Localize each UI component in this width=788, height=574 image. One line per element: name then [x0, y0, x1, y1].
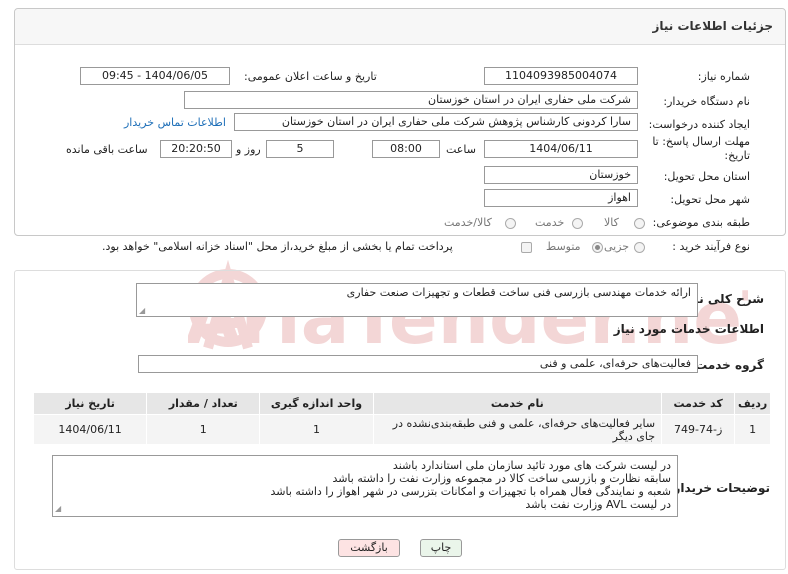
col-qty-header: تعداد / مقدار — [146, 392, 261, 415]
process-label: نوع فرآیند خرید : — [672, 240, 750, 253]
panel-header: جزئیات اطلاعات نیاز — [15, 9, 785, 45]
service-group-field[interactable]: فعالیت‌های حرفه‌ای، علمی و فنی — [138, 355, 698, 373]
category-label: طبقه بندی موضوعی: — [652, 216, 750, 229]
table-row: 1 ز-74-749 سایر فعالیت‌های حرفه‌ای، علمی… — [32, 414, 771, 445]
summary-textarea[interactable]: ارائه خدمات مهندسی بازرسی فنی ساخت قطعات… — [136, 283, 698, 317]
page-title: جزئیات اطلاعات نیاز — [652, 19, 773, 33]
category-service-label: خدمت — [535, 216, 565, 229]
services-section-title: اطلاعات خدمات مورد نیاز — [613, 322, 764, 336]
deadline-label: مهلت ارسال پاسخ: تا تاریخ: — [652, 135, 750, 162]
treasury-payment-note: پرداخت تمام یا بخشی از مبلغ خرید،از محل … — [102, 240, 453, 253]
buyer-note-line: در لیست AVL وزارت نفت باشد — [525, 498, 671, 511]
city-field[interactable]: اهواز — [484, 189, 638, 207]
col-code-header: کد خدمت — [661, 392, 736, 415]
days-field[interactable]: 5 — [266, 140, 334, 158]
resize-handle-icon[interactable]: ◢ — [55, 502, 61, 515]
buyer-notes-textarea[interactable]: در لیست شرکت های مورد تائید سازمان ملی ا… — [52, 455, 678, 517]
deadline-time-field[interactable]: 08:00 — [372, 140, 440, 158]
process-minor-radio[interactable] — [634, 242, 645, 253]
deadline-time-label: ساعت — [446, 143, 476, 156]
process-medium-radio[interactable] — [592, 242, 603, 253]
col-unit-header: واحد اندازه گیری — [259, 392, 374, 415]
col-index-header: ردیف — [734, 392, 771, 415]
buyer-contact-link[interactable]: اطلاعات تماس خریدار — [124, 116, 226, 129]
buyer-org-field[interactable]: شرکت ملی حفاری ایران در استان خوزستان — [184, 91, 638, 109]
need-number-label: شماره نیاز: — [697, 70, 750, 83]
category-goods-service-radio[interactable] — [505, 218, 516, 229]
back-button[interactable]: بازگشت — [338, 539, 400, 557]
requester-label: ایجاد کننده درخواست: — [648, 118, 750, 131]
remaining-label: ساعت باقی مانده — [66, 143, 148, 156]
service-group-label: گروه خدمت: — [690, 358, 764, 372]
row-qty: 1 — [146, 414, 261, 445]
buyer-notes-label: توضیحات خریدار: — [668, 481, 770, 495]
buyer-note-line: سابقه نظارت و بازرسی ساخت کالا در مجموعه… — [332, 472, 671, 485]
requester-field[interactable]: سارا کردونی کارشناس پژوهش شرکت ملی حفاری… — [234, 113, 638, 131]
category-service-radio[interactable] — [572, 218, 583, 229]
row-code: ز-74-749 — [661, 414, 736, 445]
category-goods-radio[interactable] — [634, 218, 645, 229]
province-label: استان محل تحویل: — [663, 170, 750, 183]
city-label: شهر محل تحویل: — [670, 193, 750, 206]
remaining-time-field[interactable]: 20:20:50 — [160, 140, 232, 158]
province-field[interactable]: خوزستان — [484, 166, 638, 184]
need-number-field[interactable]: 1104093985004074 — [484, 67, 638, 85]
services-table: ردیف کد خدمت نام خدمت واحد اندازه گیری ت… — [32, 392, 771, 445]
process-minor-label: جزیی — [604, 240, 630, 253]
buyer-note-line: در لیست شرکت های مورد تائید سازمان ملی ا… — [392, 459, 671, 472]
row-index: 1 — [734, 414, 771, 445]
col-name-header: نام خدمت — [372, 392, 663, 415]
row-date: 1404/06/11 — [32, 414, 148, 445]
buyer-note-line: شعبه و نمایندگی فعال همراه با تجهیزات و … — [270, 485, 671, 498]
category-goods-label: کالا — [604, 216, 619, 229]
resize-handle-icon[interactable]: ◢ — [139, 306, 145, 315]
table-header-row: ردیف کد خدمت نام خدمت واحد اندازه گیری ت… — [32, 392, 771, 415]
row-service-name: سایر فعالیت‌های حرفه‌ای، علمی و فنی طبقه… — [372, 414, 663, 445]
treasury-payment-checkbox[interactable] — [521, 242, 532, 253]
col-date-header: تاریخ نیاز — [32, 392, 148, 415]
announce-datetime-field[interactable]: 1404/06/05 - 09:45 — [80, 67, 230, 85]
print-button[interactable]: چاپ — [420, 539, 462, 557]
days-label: روز و — [236, 143, 261, 156]
process-medium-label: متوسط — [546, 240, 581, 253]
announce-label: تاریخ و ساعت اعلان عمومی: — [244, 70, 377, 83]
deadline-date-field[interactable]: 1404/06/11 — [484, 140, 638, 158]
category-goods-service-label: کالا/خدمت — [444, 216, 492, 229]
buyer-org-label: نام دستگاه خریدار: — [663, 95, 750, 108]
summary-text: ارائه خدمات مهندسی بازرسی فنی ساخت قطعات… — [346, 286, 691, 299]
row-unit: 1 — [259, 414, 374, 445]
